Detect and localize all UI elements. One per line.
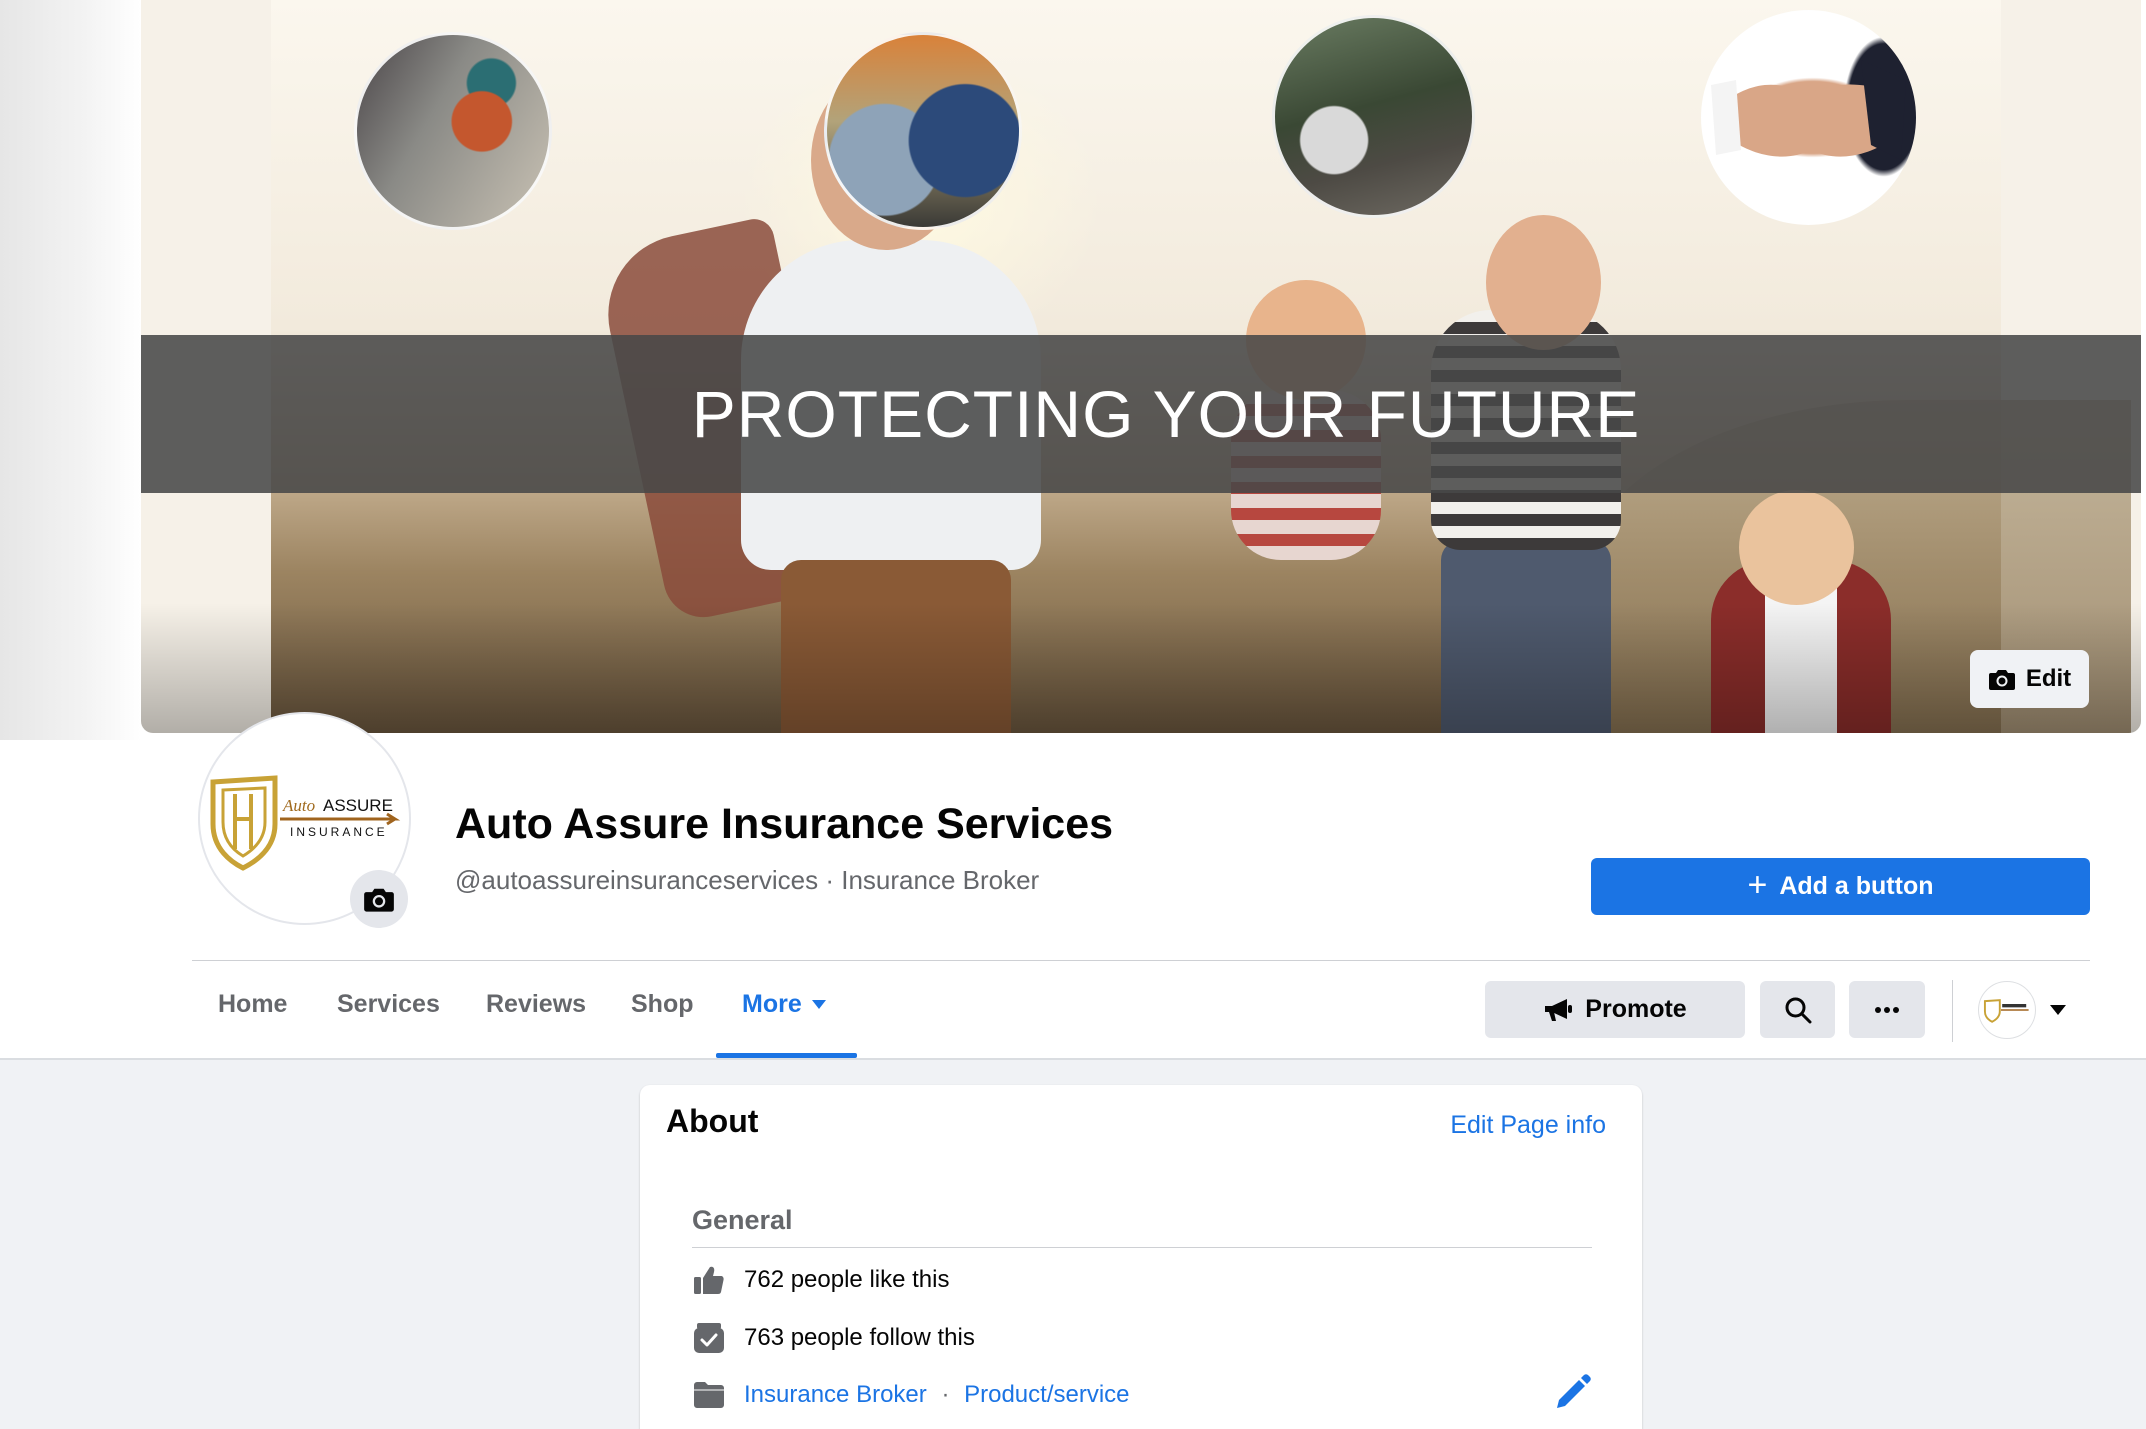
ellipsis-icon: [1875, 1006, 1899, 1013]
category-link-insurance-broker[interactable]: Insurance Broker: [744, 1381, 927, 1408]
general-section-label: General: [692, 1205, 793, 1235]
category-link-product-service[interactable]: Product/service: [964, 1381, 1129, 1408]
promote-label: Promote: [1585, 995, 1687, 1023]
update-profile-picture-button[interactable]: [350, 870, 408, 928]
tab-shop[interactable]: Shop: [631, 990, 694, 1019]
section-divider: [692, 1247, 1592, 1248]
likes-row: 762 people like this: [692, 1263, 949, 1297]
search-button[interactable]: [1760, 981, 1835, 1038]
megaphone-icon: [1545, 998, 1573, 1021]
cover-banner-text: PROTECTING YOUR FUTURE: [691, 377, 1641, 451]
follows-text: 763 people follow this: [744, 1324, 975, 1351]
cover-circle-roadside: [354, 32, 552, 230]
header-shadow: [0, 1058, 2146, 1060]
caret-down-icon: [811, 1000, 826, 1009]
cover-fade: [141, 603, 2141, 733]
more-options-button[interactable]: [1849, 981, 1925, 1038]
follow-check-icon: [692, 1321, 726, 1355]
cover-figure: [1486, 215, 1601, 350]
facebook-page: PROTECTING YOUR FUTURE Edit Auto ASSURE …: [0, 0, 2146, 1429]
handshake-icon: [1711, 60, 1906, 160]
action-separator: [1952, 980, 1953, 1042]
header-divider: [192, 960, 2090, 961]
follows-row: 763 people follow this: [692, 1321, 975, 1355]
add-a-button-button[interactable]: + Add a button: [1591, 858, 2090, 915]
camera-icon: [1988, 670, 2015, 690]
page-handle: @autoassureinsuranceservices · Insurance…: [455, 865, 1040, 895]
logo-sub-text: INSURANCE: [290, 825, 388, 839]
edit-page-info-link[interactable]: Edit Page info: [1450, 1111, 1606, 1140]
cover-circle-collision: [824, 32, 1022, 230]
edit-cover-label: Edit: [2025, 665, 2072, 692]
search-icon: [1785, 997, 1811, 1023]
cover-circle-handshake: [1701, 10, 1916, 225]
cover-circle-storm: [1272, 15, 1475, 218]
likes-text: 762 people like this: [744, 1266, 950, 1293]
cover-photo[interactable]: PROTECTING YOUR FUTURE Edit: [141, 0, 2141, 733]
edit-cover-button[interactable]: Edit: [1970, 650, 2089, 708]
auto-assure-logo-small: [1983, 999, 2029, 1023]
logo-script-text: Auto: [282, 796, 315, 815]
category-row: Insurance Broker · Product/service: [692, 1378, 1130, 1412]
thumbs-up-icon: [692, 1263, 726, 1297]
promote-button[interactable]: Promote: [1485, 981, 1745, 1038]
account-caret-down-icon[interactable]: [2050, 1005, 2066, 1015]
logo-main-text: ASSURE: [323, 796, 393, 815]
left-gutter: [0, 0, 141, 740]
tab-services[interactable]: Services: [337, 990, 440, 1019]
folder-icon: [692, 1378, 726, 1412]
category-separator: ·: [941, 1381, 950, 1408]
cover-banner: PROTECTING YOUR FUTURE: [141, 335, 2141, 493]
tab-home[interactable]: Home: [218, 990, 287, 1019]
tab-reviews[interactable]: Reviews: [486, 990, 586, 1019]
page-title: Auto Assure Insurance Services: [455, 800, 1114, 848]
cover-figure: [1739, 490, 1854, 605]
plus-icon: +: [1747, 866, 1768, 904]
about-title: About: [666, 1103, 759, 1139]
tab-more[interactable]: More: [742, 990, 826, 1019]
add-a-button-label: Add a button: [1779, 872, 1934, 900]
auto-assure-logo: Auto ASSURE INSURANCE: [210, 774, 400, 871]
acting-as-avatar[interactable]: [1978, 981, 2036, 1039]
camera-icon: [364, 888, 394, 912]
pencil-edit-icon[interactable]: [1553, 1372, 1593, 1412]
tab-more-label: More: [742, 990, 802, 1018]
about-card: About Edit Page info General 762 people …: [640, 1085, 1642, 1429]
